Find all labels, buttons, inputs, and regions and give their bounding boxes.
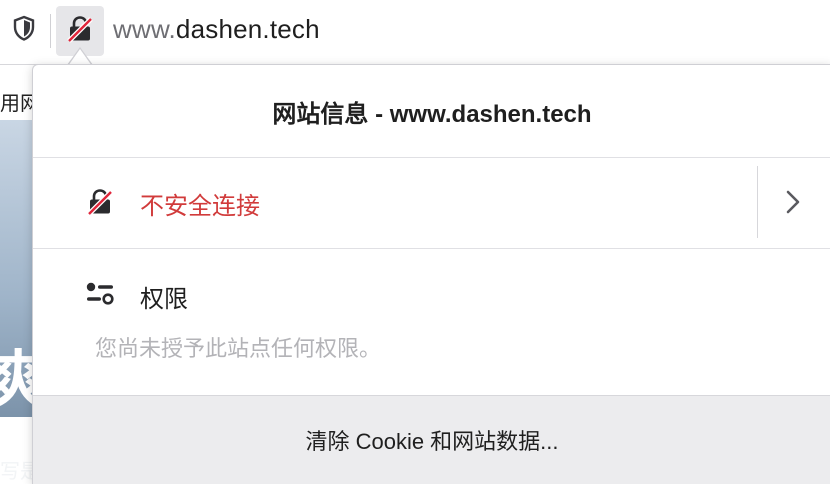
permissions-title: 权限 <box>140 286 188 313</box>
panel-title: 网站信息 - www.dashen.tech <box>272 100 592 128</box>
clear-cookies-button[interactable]: 清除 Cookie 和网站数据... <box>33 395 830 484</box>
chevron-right-icon[interactable] <box>785 188 801 221</box>
permissions-description: 您尚未授予此站点任何权限。 <box>95 336 382 361</box>
url-bar: www.dashen.tech <box>0 0 830 65</box>
row-separator <box>757 166 758 238</box>
permissions-section: 权限 您尚未授予此站点任何权限。 <box>33 249 830 394</box>
panel-header: 网站信息 - www.dashen.tech <box>33 65 830 158</box>
url-text[interactable]: www.dashen.tech <box>113 14 320 45</box>
connection-security-label: 不安全连接 <box>140 193 260 220</box>
insecure-lock-icon <box>85 187 115 222</box>
shield-icon <box>13 15 35 46</box>
insecure-lock-icon <box>65 14 95 49</box>
urlbar-separator <box>50 14 51 48</box>
clear-cookies-label: 清除 Cookie 和网站数据... <box>305 429 559 454</box>
connection-security-row[interactable]: 不安全连接 <box>33 158 830 249</box>
url-domain: dashen.tech <box>175 14 320 44</box>
site-info-panel: 网站信息 - www.dashen.tech 不安全连接 权限 您尚未授予此站点… <box>32 64 830 484</box>
tracking-protection-button[interactable] <box>4 8 44 52</box>
url-prefix: www. <box>113 14 176 44</box>
permissions-icon <box>85 281 115 312</box>
